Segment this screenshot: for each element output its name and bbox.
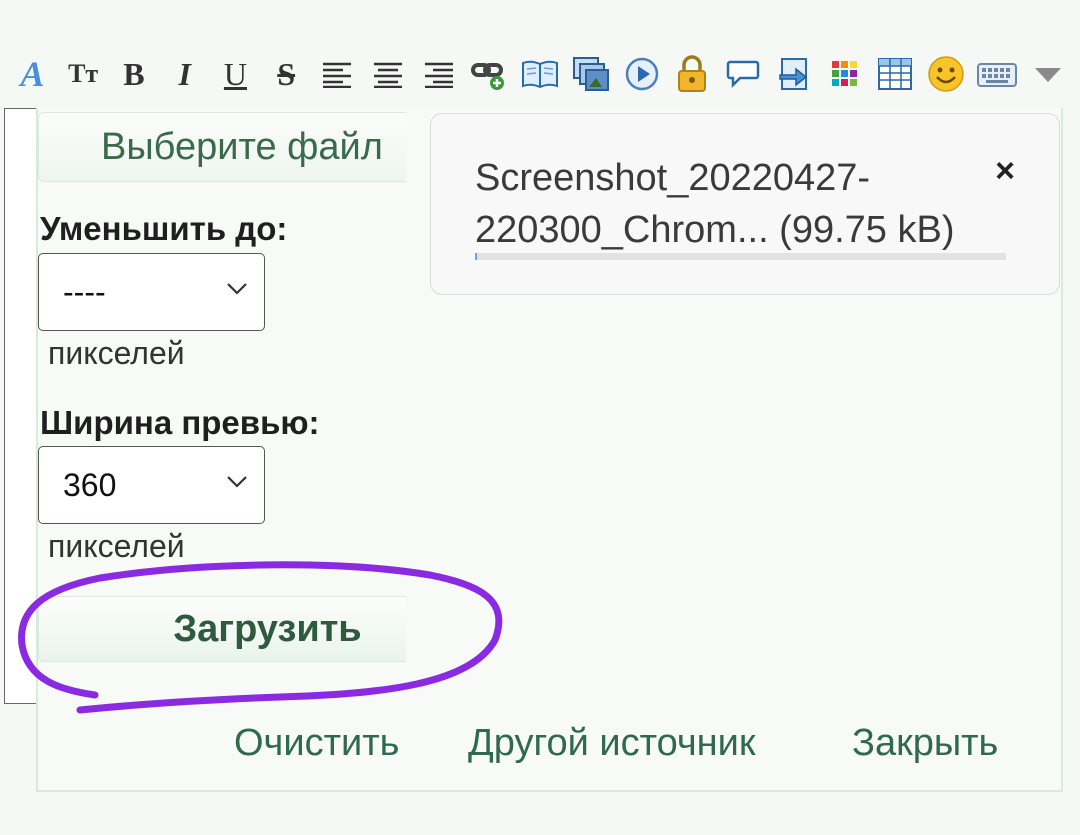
- align-right-icon[interactable]: [416, 52, 461, 96]
- align-center-icon[interactable]: [365, 52, 410, 96]
- italic-glyph: I: [178, 55, 191, 92]
- document-icon[interactable]: [771, 52, 816, 96]
- font-size-icon[interactable]: Tт: [61, 52, 106, 96]
- resize-unit: пикселей: [48, 335, 185, 371]
- preview-width-unit: пикселей: [48, 528, 185, 564]
- preview-width-select[interactable]: 360: [38, 446, 265, 524]
- link-icon[interactable]: [467, 52, 512, 96]
- strikethrough-glyph: S: [277, 55, 296, 92]
- upload-progress-fill: [475, 253, 478, 260]
- bold-icon[interactable]: B: [112, 52, 157, 96]
- gallery-icon[interactable]: [568, 52, 613, 96]
- other-source-link[interactable]: Другой источник: [468, 722, 756, 765]
- italic-icon[interactable]: I: [162, 52, 207, 96]
- file-name: Screenshot_20220427- 220300_Chrom... (99…: [475, 152, 995, 256]
- preview-width-select-value: 360: [63, 466, 117, 503]
- keyboard-icon[interactable]: [975, 52, 1020, 96]
- align-left-icon[interactable]: [315, 52, 360, 96]
- clear-link[interactable]: Очистить: [234, 722, 399, 765]
- file-card: Screenshot_20220427- 220300_Chrom... (99…: [430, 113, 1060, 295]
- choose-file-button[interactable]: Выберите файл: [38, 112, 406, 182]
- resize-select[interactable]: ----: [38, 253, 265, 331]
- close-link[interactable]: Закрыть: [852, 722, 998, 765]
- resize-select-value: ----: [63, 273, 106, 310]
- color-grid-icon[interactable]: [822, 52, 867, 96]
- font-color-glyph: A: [20, 54, 45, 94]
- upload-progress-bar: [475, 253, 1006, 260]
- file-name-line-2: 220300_Chrom... (99.75 kB): [475, 209, 955, 251]
- lock-icon[interactable]: [670, 52, 715, 96]
- book-icon[interactable]: [518, 52, 563, 96]
- strikethrough-icon[interactable]: S: [264, 52, 309, 96]
- file-name-line-1: Screenshot_20220427-: [475, 157, 871, 199]
- resize-label: Уменьшить до:: [40, 210, 288, 247]
- editor-toolbar: A Tт B I U S: [10, 52, 1070, 96]
- upload-button[interactable]: Загрузить: [38, 596, 406, 662]
- font-color-icon[interactable]: A: [10, 52, 55, 96]
- video-icon[interactable]: [619, 52, 664, 96]
- chevron-down-icon: [227, 283, 247, 295]
- more-dropdown-icon[interactable]: [1025, 52, 1070, 96]
- underline-icon[interactable]: U: [213, 52, 258, 96]
- table-icon[interactable]: [873, 52, 918, 96]
- comment-icon[interactable]: [721, 52, 766, 96]
- font-size-glyph: Tт: [68, 59, 99, 88]
- preview-width-label: Ширина превью:: [40, 404, 320, 441]
- bold-glyph: B: [123, 55, 145, 92]
- smiley-icon[interactable]: [924, 52, 969, 96]
- underline-glyph: U: [223, 55, 247, 92]
- chevron-down-icon: [227, 476, 247, 488]
- close-icon[interactable]: ×: [995, 152, 1015, 191]
